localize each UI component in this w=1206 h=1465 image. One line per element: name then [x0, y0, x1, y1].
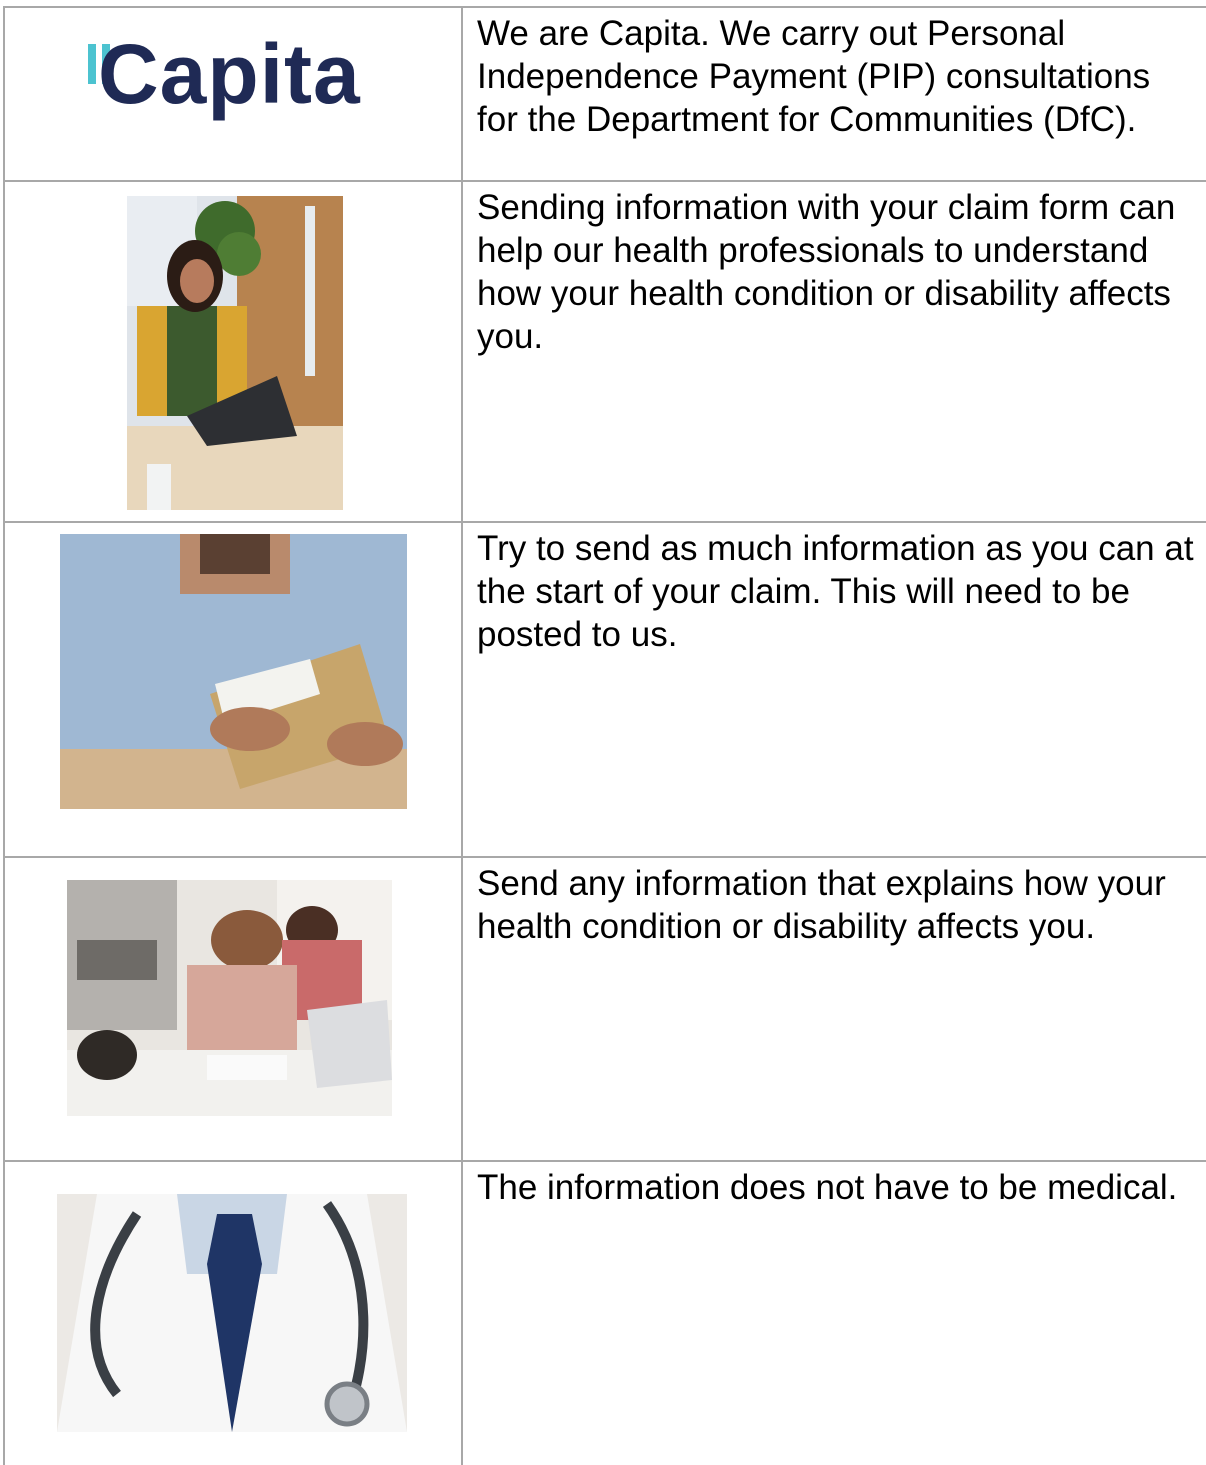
table-row-border	[3, 521, 1206, 523]
table-row-border	[3, 1160, 1206, 1162]
photo-man-envelope	[60, 534, 407, 809]
table-border-left	[3, 7, 5, 1465]
table-row-border	[3, 6, 1206, 8]
row-1-text: We are Capita. We carry out Personal Ind…	[477, 14, 1151, 139]
table-row-border	[3, 856, 1206, 858]
row-2-text: Sending information with your claim form…	[477, 188, 1176, 356]
photo-woman-laptop	[127, 196, 343, 510]
table-row-border	[3, 180, 1206, 182]
logo-wordmark: Capita	[98, 27, 361, 121]
row-4-text: Send any information that explains how y…	[477, 864, 1166, 946]
row-5-text: The information does not have to be medi…	[477, 1168, 1178, 1207]
logo-bar-icon	[88, 44, 96, 84]
table-column-divider	[461, 7, 463, 1465]
photo-doctor-stethoscope	[57, 1194, 407, 1432]
row-3-text: Try to send as much information as you c…	[477, 529, 1194, 654]
photo-couple-documents	[67, 880, 392, 1116]
capita-logo: Capita	[88, 27, 388, 148]
